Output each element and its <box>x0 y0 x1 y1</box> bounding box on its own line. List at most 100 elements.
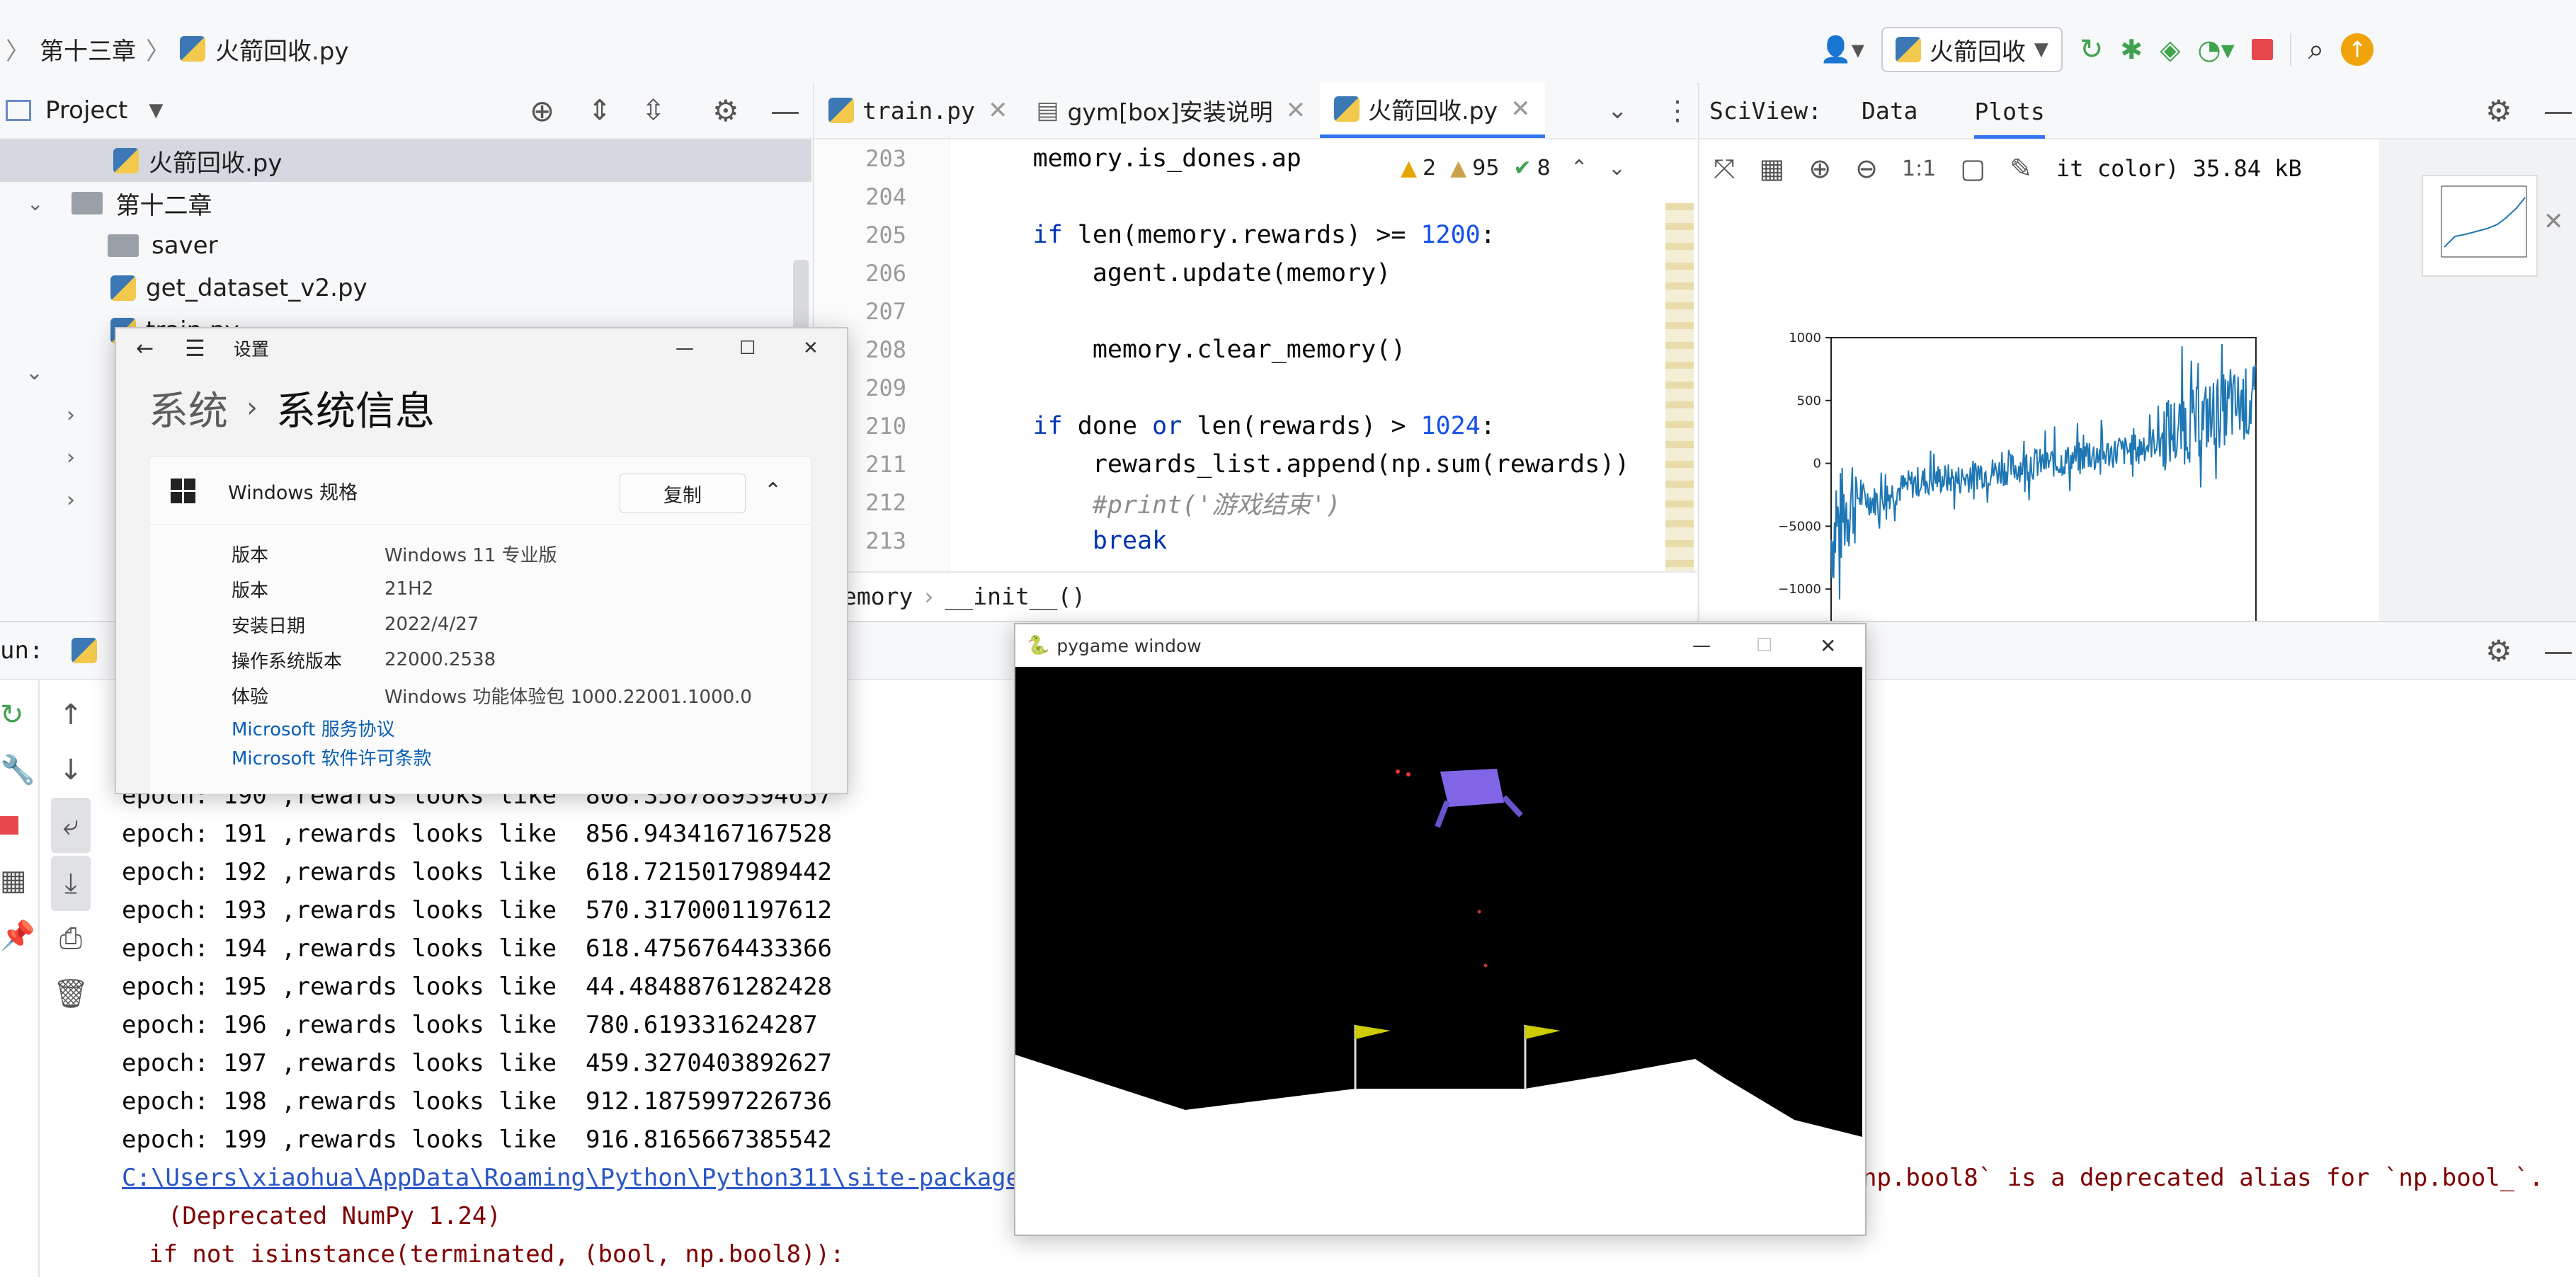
chevron-down-icon[interactable]: ▼ <box>149 100 163 121</box>
update-icon[interactable]: ↑ <box>2341 33 2374 66</box>
console-line: epoch: 194 ,rewards looks like 618.47567… <box>122 934 833 963</box>
project-panel-title[interactable]: Project <box>45 96 127 125</box>
debug-icon[interactable]: ✱ <box>2120 34 2143 65</box>
minimize-window-icon[interactable]: — <box>676 338 694 359</box>
arrow-down-icon[interactable]: ↓ <box>51 743 91 798</box>
sciview-panel: SciView: Data Plots ⚙ — ⤧ ▦ ⊕ ⊖ 1:1 ▢ ✎ … <box>1698 83 2576 677</box>
stop-icon[interactable] <box>2251 39 2273 60</box>
expand-all-icon[interactable]: ⇕ <box>588 94 612 127</box>
spec-row: Microsoft 软件许可条款 <box>232 743 798 771</box>
tree-item-folder[interactable]: saver <box>0 224 218 267</box>
stop-icon[interactable] <box>0 798 35 853</box>
breadcrumb-file[interactable]: 火箭回收.py <box>215 32 349 67</box>
spec-key: 版本 <box>232 544 269 566</box>
rerun-icon[interactable]: ↻ <box>2080 33 2104 66</box>
settings-window: ← ☰ 设置 — ☐ ✕ 系统 › 系统信息 Windows 规格 复制 ⌃ 版… <box>115 327 848 794</box>
chevron-down-icon[interactable]: ⌄ <box>1608 156 1626 181</box>
menu-icon[interactable]: ☰ <box>185 335 205 362</box>
ok-count: 8 <box>1537 155 1551 181</box>
tree-item-folder[interactable]: ⌄ 第十二章 <box>0 182 212 224</box>
image-info: it color) 35.84 kB <box>2056 155 2302 182</box>
code-line: 205 if len(memory.rewards) >= 1200: <box>814 216 1495 254</box>
exhaust-particle <box>1477 910 1481 914</box>
console-link[interactable]: C:\Users\xiaohua\AppData\Roaming\Python\… <box>122 1164 1035 1192</box>
actual-size-button[interactable]: 1:1 <box>1902 156 1936 181</box>
tree-item-selected[interactable]: 火箭回收.py <box>0 139 811 182</box>
gear-icon[interactable]: ⚙ <box>712 93 739 128</box>
breadcrumb-item[interactable]: emory <box>843 583 913 610</box>
code-text: agent.update(memory) <box>913 259 1391 287</box>
back-icon[interactable]: ← <box>136 336 154 361</box>
chevron-down-icon[interactable]: ⌄ <box>1607 96 1628 125</box>
close-icon[interactable]: ✕ <box>2543 207 2564 236</box>
scroll-to-end-icon[interactable]: ⤓ <box>51 856 91 911</box>
run-config-selector[interactable]: 火箭回收 ▼ <box>1881 27 2063 72</box>
code-area[interactable]: 203 memory.is_dones.ap 204 205 if len(me… <box>814 139 1664 571</box>
tree-item-file[interactable]: get_dataset_v2.py <box>0 267 367 309</box>
soft-wrap-icon[interactable]: ⤶ <box>51 798 91 853</box>
fit-icon[interactable]: ⤧ <box>1714 153 1735 185</box>
spec-row: 版本 21H2 <box>232 571 798 607</box>
chevron-down-icon[interactable]: ⌄ <box>25 352 54 394</box>
console-line: epoch: 193 ,rewards looks like 570.31700… <box>122 896 833 924</box>
console-line: epoch: 195 ,rewards looks like 44.484887… <box>122 973 833 1001</box>
spec-value: 21H2 <box>384 578 434 600</box>
close-icon[interactable]: ✕ <box>1286 96 1306 125</box>
error-stripe[interactable] <box>1665 203 1694 571</box>
chevron-up-icon[interactable]: ⌃ <box>1571 156 1588 181</box>
close-icon[interactable]: ✕ <box>1510 95 1531 123</box>
code-text: if len(memory.rewards) >= 1200: <box>1032 221 1495 249</box>
tab-gym-install[interactable]: ▤ gym[box]安装说明 ✕ <box>1022 83 1320 138</box>
minimize-icon[interactable]: — <box>770 93 800 128</box>
locate-icon[interactable]: ⊕ <box>530 93 554 128</box>
minimize-icon[interactable]: — <box>2543 634 2573 668</box>
y-tick-label: 0 <box>1813 457 1821 471</box>
breadcrumb-folder[interactable]: 第十三章 <box>40 32 136 67</box>
tab-train[interactable]: train.py ✕ <box>814 83 1022 138</box>
close-window-icon[interactable]: ✕ <box>1820 634 1836 658</box>
spec-value: Windows 功能体验包 1000.22001.1000.0 <box>384 686 752 708</box>
gear-icon[interactable]: ⚙ <box>2485 634 2512 668</box>
breadcrumb-item[interactable]: __init__() <box>945 583 1086 610</box>
trash-icon[interactable]: 🗑 <box>51 966 91 1021</box>
tab-plots[interactable]: Plots <box>1974 98 2045 139</box>
license-terms-link[interactable]: Microsoft 软件许可条款 <box>232 744 432 770</box>
chevron-up-icon[interactable]: ⌃ <box>764 479 782 503</box>
coverage-icon[interactable]: ◈ <box>2160 34 2180 65</box>
plot-thumbnail[interactable] <box>2422 175 2538 277</box>
python-file-icon <box>110 275 136 301</box>
grid-icon[interactable]: ▦ <box>1759 153 1784 184</box>
fit-screen-icon[interactable]: ▢ <box>1960 153 1985 184</box>
layout-icon[interactable]: ▦ <box>0 853 35 908</box>
python-icon[interactable] <box>72 638 98 663</box>
maximize-window-icon[interactable]: ☐ <box>739 338 756 359</box>
collapse-all-icon[interactable]: ⇳ <box>642 94 666 127</box>
more-vertical-icon[interactable]: ⋮ <box>1664 95 1691 126</box>
tab-rocket-active[interactable]: 火箭回收.py ✕ <box>1320 83 1545 138</box>
service-agreement-link[interactable]: Microsoft 服务协议 <box>232 715 395 741</box>
tab-data[interactable]: Data <box>1862 97 1917 125</box>
gear-icon[interactable]: ⚙ <box>2485 93 2512 128</box>
breadcrumb-parent[interactable]: 系统 <box>149 379 228 437</box>
close-icon[interactable]: ✕ <box>988 96 1008 125</box>
maximize-window-icon[interactable]: ☐ <box>1756 635 1772 656</box>
rerun-icon[interactable]: ↻ <box>0 687 35 743</box>
minimize-window-icon[interactable]: — <box>1692 635 1711 656</box>
search-icon[interactable]: ⌕ <box>2308 33 2324 66</box>
copy-button[interactable]: 复制 <box>620 474 746 513</box>
chevron-down-icon[interactable]: ⌄ <box>27 192 43 215</box>
vcs-user-icon[interactable]: 👤▾ <box>1820 35 1864 64</box>
profile-icon[interactable]: ◔▾ <box>2198 34 2235 65</box>
zoom-out-icon[interactable]: ⊖ <box>1855 153 1878 184</box>
zoom-in-icon[interactable]: ⊕ <box>1808 153 1831 184</box>
arrow-up-icon[interactable]: ↑ <box>51 687 91 743</box>
print-icon[interactable]: ⎙ <box>51 911 91 966</box>
close-window-icon[interactable]: ✕ <box>803 338 819 359</box>
settings-app-title: 设置 <box>233 339 269 360</box>
wrench-icon[interactable]: 🔧 <box>0 743 35 798</box>
spec-row: 体验 Windows 功能体验包 1000.22001.1000.0 <box>232 677 798 713</box>
minimize-icon[interactable]: — <box>2543 93 2573 128</box>
inspection-widget[interactable]: ▲ 2 ▲ 95 ✔ 8 ⌃ ⌄ <box>1395 149 1631 186</box>
color-picker-icon[interactable]: ✎ <box>2010 153 2032 184</box>
pin-icon[interactable]: 📌 <box>0 908 35 963</box>
